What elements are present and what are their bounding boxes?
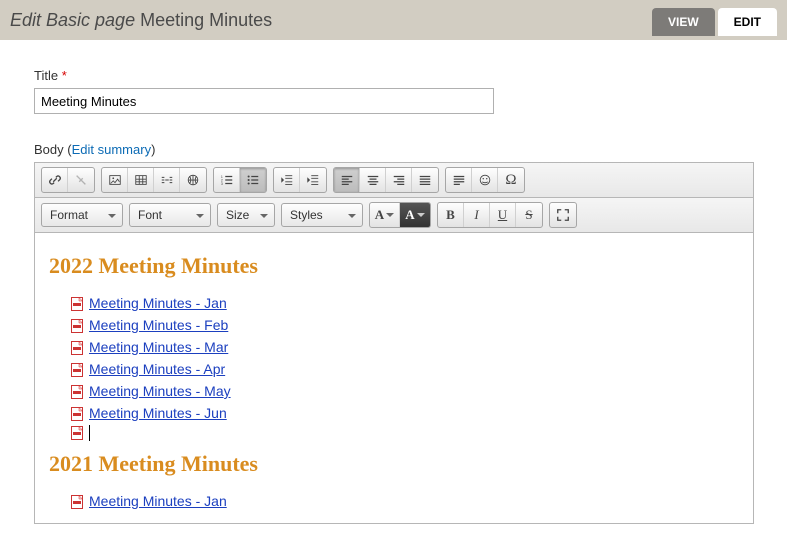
file-link[interactable]: Meeting Minutes - Feb xyxy=(89,315,228,336)
edit-summary-link[interactable]: Edit summary xyxy=(72,142,151,157)
maximize-icon[interactable] xyxy=(550,203,576,227)
outdent-icon[interactable] xyxy=(274,168,300,192)
align-center-icon[interactable] xyxy=(360,168,386,192)
page-title-name: Meeting Minutes xyxy=(140,10,272,30)
text-cursor xyxy=(89,425,90,441)
pdf-icon xyxy=(71,297,83,311)
body-label: Body (Edit summary) xyxy=(34,142,753,157)
list-item[interactable]: Meeting Minutes - Jan xyxy=(71,293,739,314)
title-input[interactable] xyxy=(34,88,494,114)
rich-text-editor: 123 Ω Format Font Size xyxy=(34,162,754,524)
file-link[interactable]: Meeting Minutes - Apr xyxy=(89,359,225,380)
file-link[interactable]: Meeting Minutes - May xyxy=(89,381,231,402)
text-color-button[interactable]: A xyxy=(370,203,400,227)
file-link[interactable]: Meeting Minutes - Jan xyxy=(89,293,227,314)
indent-icon[interactable] xyxy=(300,168,326,192)
italic-button[interactable]: I xyxy=(464,203,490,227)
required-marker: * xyxy=(62,68,67,83)
unlink-icon xyxy=(68,168,94,192)
horizontal-rule-icon[interactable] xyxy=(154,168,180,192)
title-label: Title * xyxy=(34,68,753,83)
font-dropdown[interactable]: Font xyxy=(129,203,211,227)
pdf-icon xyxy=(71,341,83,355)
styles-dropdown[interactable]: Styles xyxy=(281,203,363,227)
section-heading[interactable]: 2022 Meeting Minutes xyxy=(49,253,739,279)
align-right-icon[interactable] xyxy=(386,168,412,192)
list-item[interactable]: Meeting Minutes - May xyxy=(71,381,739,402)
align-left-icon[interactable] xyxy=(334,168,360,192)
image-icon[interactable] xyxy=(102,168,128,192)
list-item[interactable]: Meeting Minutes - Feb xyxy=(71,315,739,336)
remove-format-icon[interactable] xyxy=(446,168,472,192)
pdf-icon xyxy=(71,363,83,377)
file-link[interactable]: Meeting Minutes - Jan xyxy=(89,491,227,512)
size-dropdown[interactable]: Size xyxy=(217,203,275,227)
page-header: Edit Basic page Meeting Minutes VIEW EDI… xyxy=(0,0,787,40)
file-list: Meeting Minutes - Jan xyxy=(49,491,739,512)
align-justify-icon[interactable] xyxy=(412,168,438,192)
page-title-prefix: Edit Basic page xyxy=(10,10,135,30)
list-item[interactable]: Meeting Minutes - Jan xyxy=(71,491,739,512)
pdf-icon xyxy=(71,319,83,333)
file-link[interactable]: Meeting Minutes - Jun xyxy=(89,403,227,424)
link-icon[interactable] xyxy=(42,168,68,192)
list-item-empty[interactable] xyxy=(71,425,739,441)
pdf-icon xyxy=(71,385,83,399)
bold-button[interactable]: B xyxy=(438,203,464,227)
toolbar-row-2: Format Font Size Styles A A B I U S xyxy=(35,198,753,233)
tabs: VIEW EDIT xyxy=(652,8,777,36)
tab-edit[interactable]: EDIT xyxy=(718,8,777,36)
strike-button[interactable]: S xyxy=(516,203,542,227)
toolbar-row-1: 123 Ω xyxy=(35,163,753,198)
unordered-list-icon[interactable] xyxy=(240,168,266,192)
list-item[interactable]: Meeting Minutes - Mar xyxy=(71,337,739,358)
table-icon[interactable] xyxy=(128,168,154,192)
file-link[interactable]: Meeting Minutes - Mar xyxy=(89,337,228,358)
list-item[interactable]: Meeting Minutes - Apr xyxy=(71,359,739,380)
emoji-icon[interactable] xyxy=(472,168,498,192)
format-dropdown[interactable]: Format xyxy=(41,203,123,227)
editor-content[interactable]: 2022 Meeting Minutes Meeting Minutes - Ja… xyxy=(35,233,753,523)
ordered-list-icon[interactable]: 123 xyxy=(214,168,240,192)
list-item[interactable]: Meeting Minutes - Jun xyxy=(71,403,739,424)
omega-icon[interactable]: Ω xyxy=(498,168,524,192)
form-content: Title * Body (Edit summary) 123 xyxy=(0,40,787,552)
svg-text:3: 3 xyxy=(220,182,222,186)
tab-view[interactable]: VIEW xyxy=(652,8,715,36)
pdf-icon xyxy=(71,407,83,421)
pdf-icon xyxy=(71,426,83,440)
globe-icon[interactable] xyxy=(180,168,206,192)
page-title: Edit Basic page Meeting Minutes xyxy=(10,10,272,31)
file-list: Meeting Minutes - JanMeeting Minutes - F… xyxy=(49,293,739,441)
background-color-button[interactable]: A xyxy=(400,203,430,227)
pdf-icon xyxy=(71,495,83,509)
section-heading[interactable]: 2021 Meeting Minutes xyxy=(49,451,739,477)
underline-button[interactable]: U xyxy=(490,203,516,227)
